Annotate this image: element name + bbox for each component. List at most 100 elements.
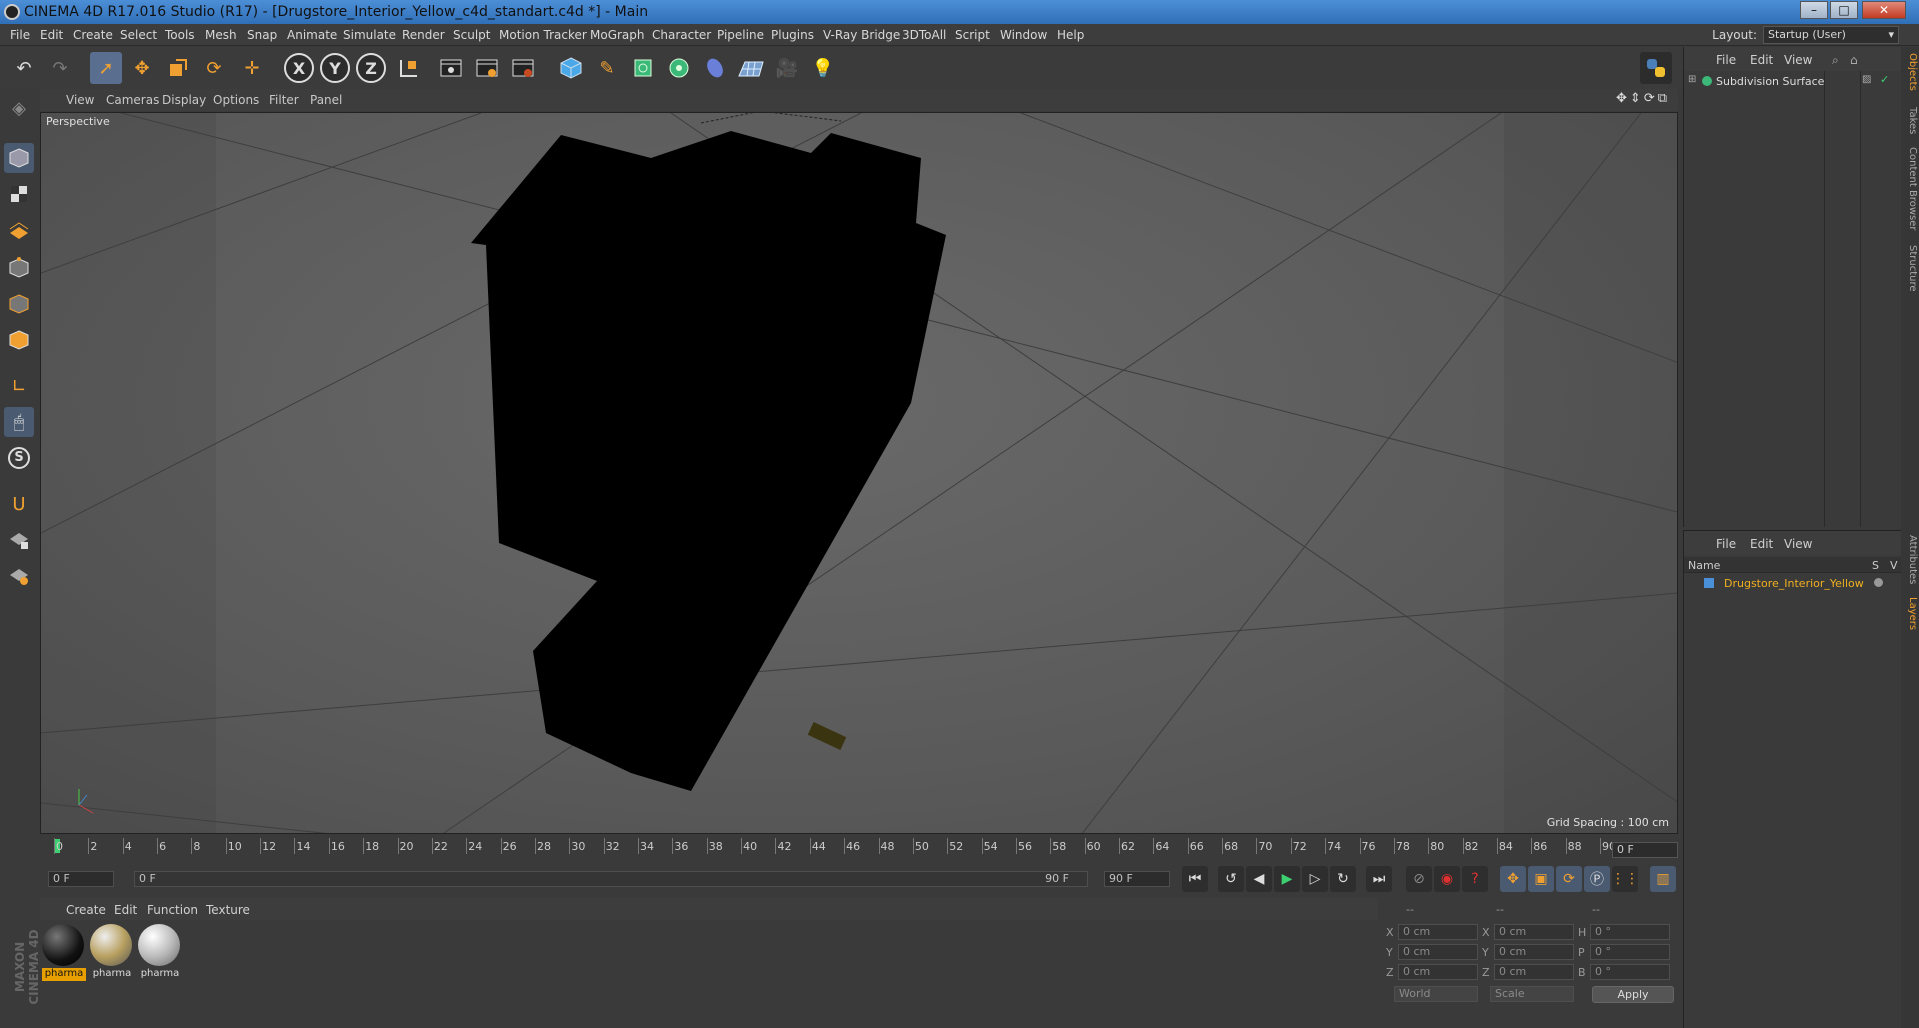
next-key-icon[interactable]: ↻: [1330, 866, 1356, 892]
key-scale-icon[interactable]: ▣: [1528, 866, 1554, 892]
object-menu-edit[interactable]: Edit: [1750, 53, 1773, 67]
menu-vray-bridge[interactable]: V-Ray Bridge: [823, 28, 900, 42]
tab-structure[interactable]: Structure: [1902, 245, 1918, 292]
menu-edit[interactable]: Edit: [40, 28, 63, 42]
enabled-check-icon[interactable]: ✓: [1880, 73, 1889, 86]
menu-file[interactable]: File: [10, 28, 30, 42]
minimize-button[interactable]: –: [1800, 1, 1828, 19]
size-y-field[interactable]: 0 cm: [1494, 944, 1574, 960]
layer-solo-toggle-icon[interactable]: [1874, 578, 1883, 587]
viewport-menu-display[interactable]: Display: [162, 93, 206, 107]
menu-animate[interactable]: Animate: [287, 28, 337, 42]
menu-help[interactable]: Help: [1057, 28, 1084, 42]
floor-icon[interactable]: [735, 52, 767, 84]
cloner-icon[interactable]: [663, 52, 695, 84]
menu-simulate[interactable]: Simulate: [343, 28, 396, 42]
position-z-field[interactable]: 0 cm: [1398, 964, 1478, 980]
menu-tools[interactable]: Tools: [165, 28, 195, 42]
menu-render[interactable]: Render: [402, 28, 445, 42]
y-axis-lock[interactable]: Y: [319, 52, 351, 84]
close-button[interactable]: ✕: [1862, 1, 1906, 19]
play-icon[interactable]: ▶: [1274, 866, 1300, 892]
light-icon[interactable]: 💡: [807, 52, 839, 84]
layer-row[interactable]: Drugstore_Interior_Yellow: [1684, 575, 1902, 593]
axis-mode-icon[interactable]: ∟: [4, 371, 34, 401]
autokey-icon[interactable]: ◉: [1434, 866, 1460, 892]
size-x-field[interactable]: 0 cm: [1494, 924, 1574, 940]
redo-icon[interactable]: ↷: [44, 52, 76, 84]
rotate-tool-icon[interactable]: ⟳: [198, 52, 230, 84]
tree-expand-icon[interactable]: ⊞: [1688, 74, 1696, 85]
undo-icon[interactable]: ↶: [8, 52, 40, 84]
live-selection-icon[interactable]: ✛: [236, 52, 268, 84]
home-icon[interactable]: ⌂: [1850, 53, 1858, 67]
key-position-icon[interactable]: ✥: [1500, 866, 1526, 892]
key-rotation-icon[interactable]: ⟳: [1556, 866, 1582, 892]
select-tool-icon[interactable]: ➚: [90, 52, 122, 84]
menu-motion-tracker[interactable]: Motion Tracker: [499, 28, 587, 42]
key-pla-icon[interactable]: ⋮⋮: [1611, 866, 1639, 892]
tweak-mode-icon[interactable]: 🖱: [4, 407, 34, 437]
viewport-menu-cameras[interactable]: Cameras: [106, 93, 159, 107]
menu-3dtoall[interactable]: 3DToAll: [902, 28, 946, 42]
position-y-field[interactable]: 0 cm: [1398, 944, 1478, 960]
end-frame-field[interactable]: 90 F: [1104, 871, 1170, 887]
menu-mesh[interactable]: Mesh: [205, 28, 237, 42]
tab-takes[interactable]: Takes: [1902, 107, 1918, 134]
menu-mograph[interactable]: MoGraph: [590, 28, 645, 42]
workplane-icon[interactable]: [4, 215, 34, 245]
move-tool-icon[interactable]: ✥: [126, 52, 158, 84]
tab-objects[interactable]: Objects: [1902, 53, 1918, 91]
apply-button[interactable]: Apply: [1592, 986, 1674, 1003]
start-frame-field[interactable]: 0 F: [48, 871, 114, 887]
tab-content-browser[interactable]: Content Browser: [1902, 147, 1918, 230]
menu-sculpt[interactable]: Sculpt: [453, 28, 490, 42]
menu-plugins[interactable]: Plugins: [771, 28, 814, 42]
coordinate-mode-dropdown[interactable]: Scale: [1490, 986, 1574, 1002]
z-axis-lock[interactable]: Z: [355, 52, 387, 84]
polygons-mode-icon[interactable]: [4, 325, 34, 355]
rotation-h-field[interactable]: 0 °: [1590, 924, 1670, 940]
texture-mode-icon[interactable]: [4, 179, 34, 209]
timeline-window-icon[interactable]: ▥: [1650, 866, 1676, 892]
menu-pipeline[interactable]: Pipeline: [717, 28, 764, 42]
pen-spline-icon[interactable]: ✎: [591, 52, 623, 84]
menu-window[interactable]: Window: [1000, 28, 1047, 42]
material-swatch[interactable]: pharma: [90, 924, 134, 982]
next-frame-icon[interactable]: ▷: [1302, 866, 1328, 892]
go-to-start-icon[interactable]: ⏮: [1182, 866, 1208, 892]
cube-icon[interactable]: [555, 52, 587, 84]
timeline-ruler[interactable]: 0 2 4 6 8 10 12 14 16 18 20 22 24 26 28 30 32 34 36 38 40 42 4…: [40, 836, 1678, 860]
viewport-menu-filter[interactable]: Filter: [269, 93, 299, 107]
layout-dropdown[interactable]: Startup (User) ▾: [1763, 26, 1899, 44]
material-menu-function[interactable]: Function: [147, 903, 198, 917]
menu-snap[interactable]: Snap: [247, 28, 277, 42]
object-menu-view[interactable]: View: [1784, 53, 1812, 67]
frame-range-slider[interactable]: 0 F 90 F: [134, 871, 1088, 887]
camera-icon[interactable]: 🎥: [771, 52, 803, 84]
rotation-b-field[interactable]: 0 °: [1590, 964, 1670, 980]
material-swatch[interactable]: pharma: [138, 924, 182, 982]
key-parameter-icon[interactable]: Ⓟ: [1584, 866, 1610, 892]
render-view-icon[interactable]: [435, 52, 467, 84]
viewport-menu-view[interactable]: View: [66, 93, 94, 107]
lock-grid-icon[interactable]: [4, 525, 34, 555]
object-menu-file[interactable]: File: [1716, 53, 1736, 67]
record-keys-icon[interactable]: ⊘: [1406, 866, 1432, 892]
magnet-icon[interactable]: U: [4, 489, 34, 519]
tab-attributes[interactable]: Attributes: [1902, 535, 1918, 584]
current-frame-field[interactable]: 0 F: [1612, 842, 1678, 858]
coordinate-system-icon[interactable]: [393, 52, 425, 84]
layer-menu-edit[interactable]: Edit: [1750, 537, 1773, 551]
menu-create[interactable]: Create: [73, 28, 113, 42]
previous-key-icon[interactable]: ↺: [1218, 866, 1244, 892]
render-picture-viewer-icon[interactable]: [471, 52, 503, 84]
keyframe-selection-icon[interactable]: ?: [1462, 866, 1488, 892]
model-mode-icon[interactable]: [4, 143, 34, 173]
3d-viewport[interactable]: Perspective Grid Spacing : 100 cm: [40, 112, 1678, 834]
render-settings-icon[interactable]: [507, 52, 539, 84]
material-swatch[interactable]: pharma: [42, 924, 86, 982]
rotation-p-field[interactable]: 0 °: [1590, 944, 1670, 960]
deformer-icon[interactable]: [699, 52, 731, 84]
layer-menu-file[interactable]: File: [1716, 537, 1736, 551]
